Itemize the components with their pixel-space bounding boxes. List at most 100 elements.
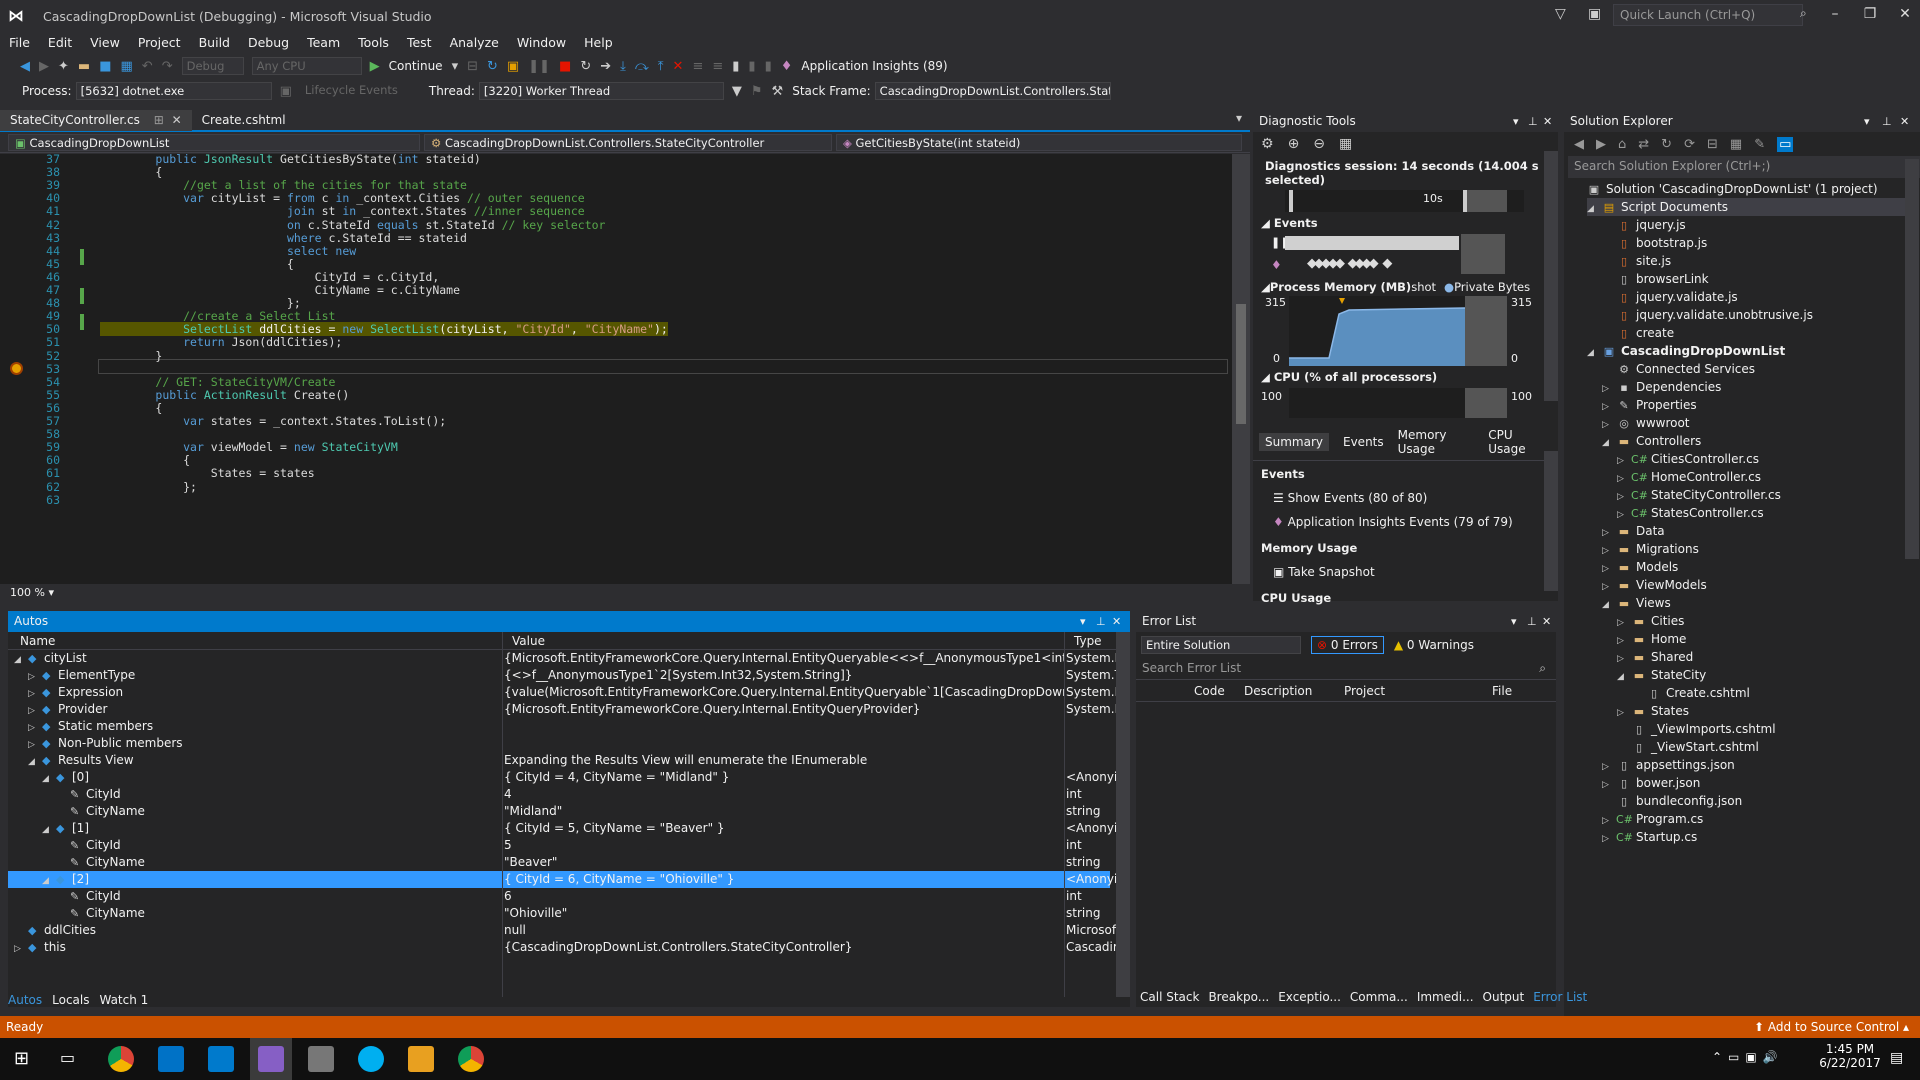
breakpoint-current-icon[interactable] bbox=[10, 362, 23, 375]
tree-item[interactable]: ▯ bootstrap.js bbox=[1602, 234, 1707, 252]
sync-icon[interactable]: ⇄ bbox=[1638, 137, 1649, 152]
browser-link-icon[interactable]: ▣ bbox=[507, 59, 519, 74]
errors-filter-button[interactable]: ⊗ 0 Errors bbox=[1311, 636, 1384, 654]
close-icon[interactable]: ✕ bbox=[1543, 111, 1552, 132]
autos-row[interactable]: ▷ ◆ Non-Public members bbox=[8, 735, 1110, 752]
expand-arrow-icon[interactable]: ▷ bbox=[1602, 830, 1616, 848]
tab-cpu-usage[interactable]: CPU Usage bbox=[1488, 428, 1544, 456]
stop-icon[interactable]: ■ bbox=[559, 59, 571, 74]
redo-icon[interactable]: ↷ bbox=[162, 59, 173, 74]
tree-item[interactable]: ▯ bundleconfig.json bbox=[1602, 792, 1742, 810]
tree-item[interactable]: ◢ ▬ StateCity bbox=[1617, 666, 1706, 684]
tree-item[interactable]: ▷ ▬ Migrations bbox=[1602, 540, 1699, 558]
comment-icon[interactable]: ≡ bbox=[692, 59, 703, 74]
tree-item[interactable]: ▷ C# Startup.cs bbox=[1602, 828, 1697, 846]
autos-row[interactable]: ◢ ◆ [2]{ CityId = 6, CityName = "Ohioville… bbox=[8, 871, 1116, 888]
autos-row[interactable]: ✎ CityName "Beaver" string bbox=[8, 854, 1110, 871]
next-bookmark-icon[interactable]: ▮ bbox=[765, 59, 772, 74]
tree-item[interactable]: ◢ ▬ Controllers bbox=[1602, 432, 1701, 450]
step-into-icon[interactable]: ⤓ bbox=[620, 59, 626, 74]
autos-row[interactable]: ▷ ◆ ElementType {<>f__AnonymousType1`2[Syst… bbox=[8, 667, 1116, 684]
search-icon[interactable]: ⌕ bbox=[1800, 6, 1807, 21]
filter-icon[interactable]: ▽ bbox=[1555, 6, 1566, 22]
col-value[interactable]: Value bbox=[512, 634, 545, 648]
autos-row[interactable]: ◢ ◆ [1]{ CityId = 5, CityName = "Beaver" }… bbox=[8, 820, 1116, 837]
feedback-icon[interactable]: ▣ bbox=[1588, 6, 1601, 22]
tree-item[interactable]: ▯ jquery.validate.unobtrusive.js bbox=[1602, 306, 1813, 324]
tool-icon[interactable] bbox=[308, 1046, 334, 1072]
autos-row[interactable]: ✎ CityId 4 int bbox=[8, 786, 1110, 803]
expand-arrow-icon[interactable]: ◢ bbox=[1617, 668, 1631, 686]
menu-icon[interactable]: ▾ bbox=[1080, 611, 1086, 632]
thread-select[interactable]: [3220] Worker Thread bbox=[478, 82, 724, 100]
autos-row[interactable]: ◢ ◆ [0]{ CityId = 4, CityName = "Midland" … bbox=[8, 769, 1116, 786]
lifecycle-events-select[interactable]: Lifecycle Events bbox=[301, 82, 421, 100]
variable-value[interactable]: {<>f__AnonymousType1`2[System.Int32,Syst… bbox=[504, 667, 1064, 684]
autos-row[interactable]: ✎ CityName "Midland" string bbox=[8, 803, 1110, 820]
col-description[interactable]: Description bbox=[1244, 684, 1312, 698]
tree-item[interactable]: ◢ ▬ Views bbox=[1602, 594, 1671, 612]
breakpoints-icon[interactable]: ✕ bbox=[673, 59, 684, 74]
pin-icon[interactable]: ⊥ bbox=[1096, 611, 1106, 632]
autos-row[interactable]: ✎ CityName "Ohioville" string bbox=[8, 905, 1110, 922]
pin-icon[interactable]: ⊥ bbox=[1527, 611, 1537, 632]
column-divider[interactable] bbox=[1064, 632, 1065, 997]
autos-scrollbar[interactable] bbox=[1116, 632, 1130, 997]
refresh-icon[interactable]: ↻ bbox=[487, 59, 498, 74]
chrome-icon[interactable] bbox=[458, 1046, 484, 1072]
tree-item[interactable]: ▷ ▬ Models bbox=[1602, 558, 1678, 576]
tab-events[interactable]: Events bbox=[1343, 435, 1384, 449]
menu-icon[interactable]: ▾ bbox=[1513, 111, 1519, 132]
menu-analyze[interactable]: Analyze bbox=[441, 32, 508, 54]
preview-icon[interactable]: ▭ bbox=[1777, 136, 1794, 152]
variable-value[interactable]: {Microsoft.EntityFrameworkCore.Query.Int… bbox=[504, 650, 1064, 667]
collapse-all-icon[interactable]: ⊟ bbox=[1707, 137, 1718, 152]
menu-help[interactable]: Help bbox=[575, 32, 622, 54]
col-project[interactable]: Project bbox=[1344, 684, 1385, 698]
continue-button[interactable]: Continue bbox=[389, 59, 443, 73]
tab-immediate[interactable]: Immedi... bbox=[1417, 990, 1474, 1004]
close-tab-icon[interactable]: ✕ bbox=[172, 113, 182, 127]
tab-locals[interactable]: Locals bbox=[52, 993, 89, 1007]
events-track[interactable]: ❚❚ ♦ ◆◆◆◆◆ ◆◆◆◆ ◆ bbox=[1271, 234, 1507, 278]
show-next-statement-icon[interactable]: ➔ bbox=[600, 59, 611, 74]
tree-item[interactable]: ▯ create bbox=[1602, 324, 1674, 342]
step-over-icon[interactable]: ⤼ bbox=[635, 59, 649, 74]
memory-chart[interactable]: 315 0 315 0 bbox=[1253, 296, 1558, 366]
variable-value[interactable]: 6 bbox=[504, 888, 1064, 905]
filter-thread-icon[interactable]: ▼ bbox=[732, 84, 742, 99]
tree-item[interactable]: ▯ jquery.js bbox=[1602, 216, 1686, 234]
autos-row[interactable]: ✎ CityId 6 int bbox=[8, 888, 1110, 905]
new-project-icon[interactable]: ✦ bbox=[58, 59, 69, 74]
tab-memory-usage[interactable]: Memory Usage bbox=[1398, 428, 1475, 456]
tab-call-stack[interactable]: Call Stack bbox=[1140, 990, 1199, 1004]
variable-value[interactable]: 4 bbox=[504, 786, 1064, 803]
project-nav-select[interactable]: ▣ CascadingDropDownList bbox=[8, 134, 420, 151]
open-icon[interactable]: ▬ bbox=[78, 59, 90, 74]
refresh-icon[interactable]: ⟳ bbox=[1684, 137, 1695, 152]
uncomment-icon[interactable]: ≡ bbox=[712, 59, 723, 74]
menu-project[interactable]: Project bbox=[129, 32, 190, 54]
col-name[interactable]: Name bbox=[20, 634, 55, 648]
member-nav-select[interactable]: ◈ GetCitiesByState(int stateid) bbox=[836, 134, 1242, 151]
autos-row[interactable]: ▷ ◆ Provider {Microsoft.EntityFrameworkCore… bbox=[8, 701, 1116, 718]
col-type[interactable]: Type bbox=[1074, 634, 1102, 648]
tab-statecitycontroller[interactable]: StateCityController.cs ⊞ ✕ bbox=[0, 110, 192, 131]
menu-build[interactable]: Build bbox=[190, 32, 239, 54]
tab-exceptions[interactable]: Exceptio... bbox=[1278, 990, 1341, 1004]
task-view-icon[interactable]: ▭ bbox=[60, 1048, 75, 1067]
variable-value[interactable]: "Ohioville" bbox=[504, 905, 1064, 922]
tree-item[interactable]: ▷ ▯ bower.json bbox=[1602, 774, 1700, 792]
warnings-filter-button[interactable]: ▲ 0 Warnings bbox=[1394, 638, 1474, 652]
continue-icon[interactable]: ▶ bbox=[370, 59, 380, 74]
show-all-files-icon[interactable]: ▦ bbox=[1730, 137, 1742, 152]
tab-create-cshtml[interactable]: Create.cshtml bbox=[192, 110, 296, 131]
variable-value[interactable]: { CityId = 5, CityName = "Beaver" } bbox=[504, 820, 1064, 837]
close-icon[interactable]: ✕ bbox=[1112, 611, 1121, 632]
menu-view[interactable]: View bbox=[81, 32, 129, 54]
diag-lower-scrollbar[interactable] bbox=[1544, 451, 1558, 591]
tree-item[interactable]: ▷ ▬ States bbox=[1617, 702, 1689, 720]
variable-value[interactable]: { CityId = 6, CityName = "Ohioville" } bbox=[504, 871, 1064, 888]
tab-dropdown-icon[interactable]: ▾ bbox=[1236, 111, 1242, 125]
pin-icon[interactable]: ⊥ bbox=[1882, 111, 1892, 132]
